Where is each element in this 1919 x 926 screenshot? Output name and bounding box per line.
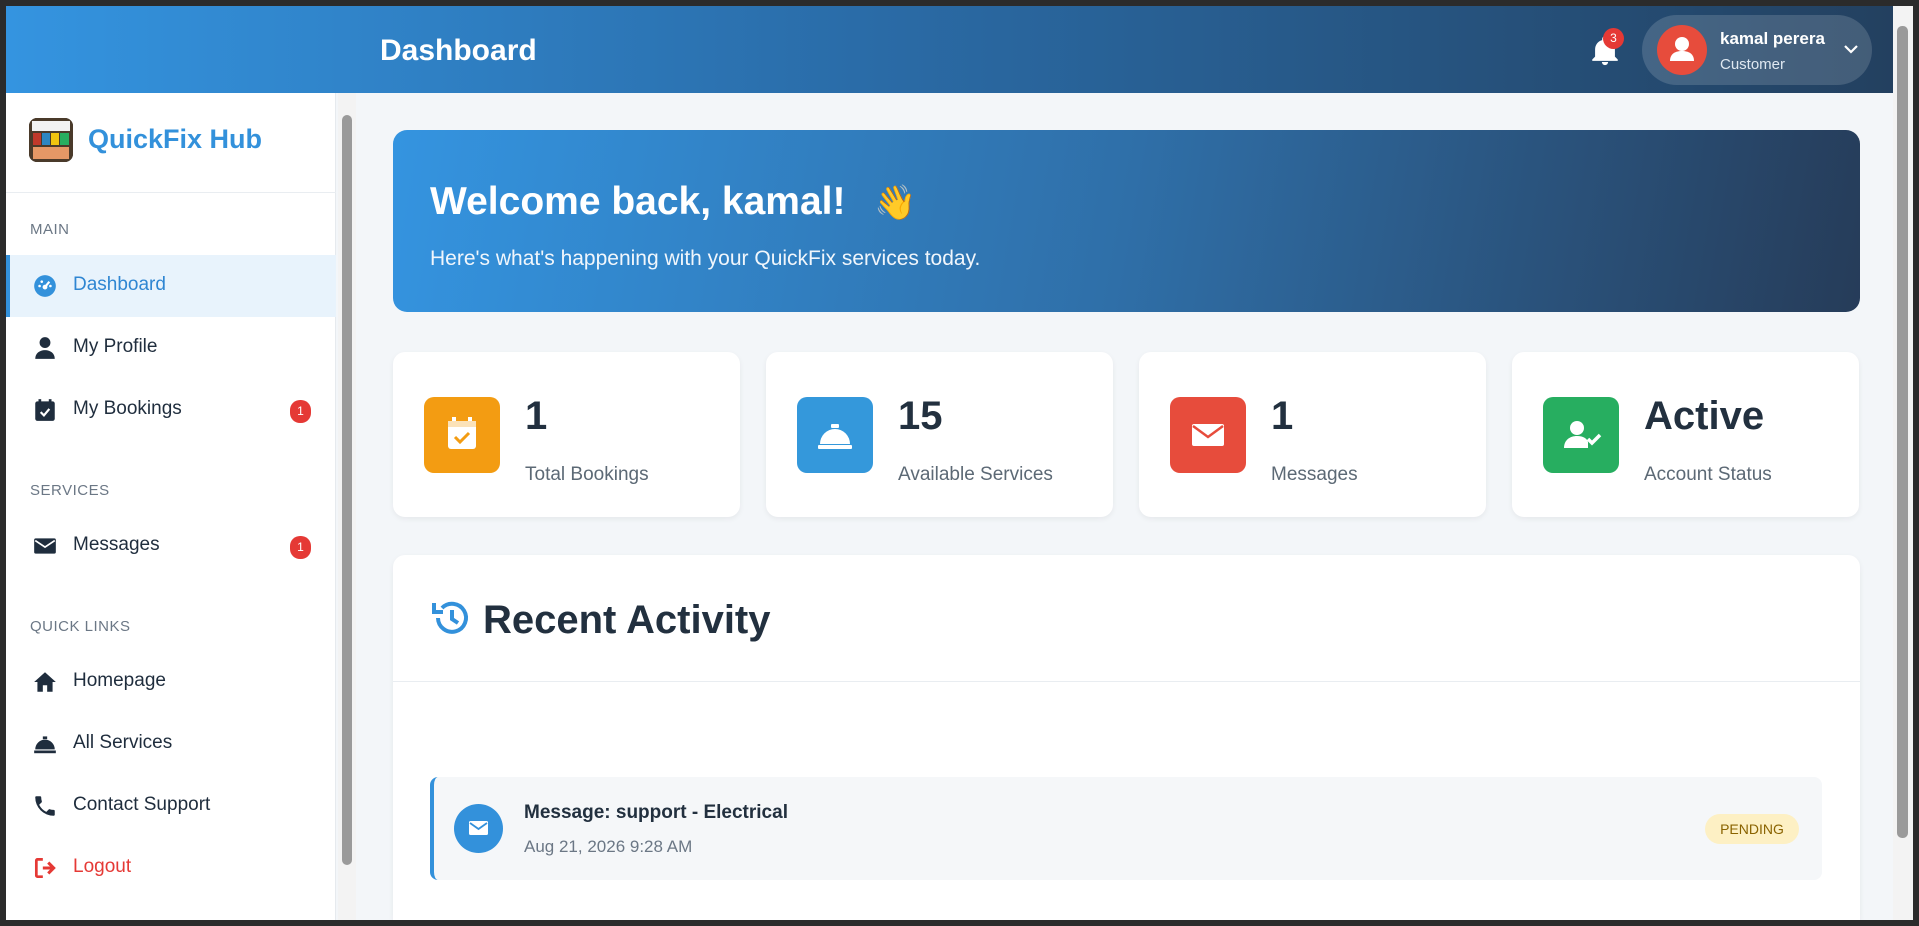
user-name: kamal perera: [1720, 29, 1825, 48]
welcome-title: Welcome back, kamal! 👋: [430, 180, 917, 224]
welcome-title-text: Welcome back, kamal!: [430, 180, 846, 223]
stat-value: 15: [898, 394, 943, 438]
concierge-bell-icon: [797, 397, 873, 473]
sidebar-item-dashboard[interactable]: Dashboard: [6, 255, 336, 317]
concierge-bell-icon: [32, 731, 58, 757]
chevron-down-icon: [1842, 40, 1860, 58]
stat-card-available-services[interactable]: 15 Available Services: [766, 352, 1113, 517]
calendar-check-icon: [424, 397, 500, 473]
section-label-services: SERVICES: [30, 482, 110, 499]
phone-icon: [32, 793, 58, 819]
recent-activity-panel: Recent Activity Message: support - Elect…: [393, 555, 1860, 920]
sidebar-item-label: My Bookings: [73, 398, 182, 419]
stat-label: Total Bookings: [525, 464, 649, 485]
stat-card-messages[interactable]: 1 Messages: [1139, 352, 1486, 517]
page-title: Dashboard: [380, 34, 537, 67]
sidebar-item-contact-support[interactable]: Contact Support: [6, 775, 336, 837]
notification-badge: 3: [1603, 28, 1624, 49]
sidebar-item-all-services[interactable]: All Services: [6, 713, 336, 775]
activity-date: Aug 21, 2026 9:28 AM: [524, 837, 693, 856]
sidebar-item-label: Contact Support: [73, 794, 211, 815]
page-scrollbar-thumb[interactable]: [1897, 26, 1908, 838]
sidebar-item-label: Logout: [73, 856, 132, 877]
avatar: [1657, 25, 1707, 75]
stat-value: Active: [1644, 394, 1765, 438]
sidebar-scrollbar[interactable]: [338, 93, 356, 920]
sidebar-scrollbar-thumb[interactable]: [342, 115, 352, 865]
activity-item[interactable]: Message: support - Electrical Aug 21, 20…: [430, 777, 1822, 880]
stat-label: Available Services: [898, 464, 1053, 485]
brand-name: QuickFix Hub: [88, 124, 263, 154]
envelope-icon: [454, 804, 503, 853]
brand[interactable]: QuickFix Hub: [6, 93, 336, 193]
sidebar: QuickFix Hub MAIN Dashboard My Profile M…: [6, 93, 336, 920]
user-menu[interactable]: kamal perera Customer: [1642, 15, 1872, 85]
sidebar-item-my-bookings[interactable]: My Bookings 1: [6, 379, 336, 441]
section-label-main: MAIN: [30, 221, 70, 238]
welcome-subtitle: Here's what's happening with your QuickF…: [430, 247, 981, 270]
messages-badge: 1: [290, 536, 311, 559]
stat-card-total-bookings[interactable]: 1 Total Bookings: [393, 352, 740, 517]
envelope-icon: [32, 533, 58, 559]
user-icon: [32, 335, 58, 361]
sidebar-item-my-profile[interactable]: My Profile: [6, 317, 336, 379]
section-label-quick-links: QUICK LINKS: [30, 618, 131, 635]
sign-out-icon: [32, 855, 58, 881]
stat-card-account-status[interactable]: Active Account Status: [1512, 352, 1859, 517]
brand-logo: [29, 118, 73, 162]
home-icon: [32, 669, 58, 695]
page-scrollbar[interactable]: [1893, 6, 1913, 920]
stat-value: 1: [1271, 394, 1294, 438]
bookings-badge: 1: [290, 400, 311, 423]
sidebar-item-messages[interactable]: Messages 1: [6, 515, 336, 577]
stat-label: Messages: [1271, 464, 1358, 485]
wave-emoji: 👋: [874, 184, 917, 222]
user-check-icon: [1543, 397, 1619, 473]
stat-value: 1: [525, 394, 548, 438]
sidebar-item-label: My Profile: [73, 336, 158, 357]
recent-activity-title: Recent Activity: [483, 598, 771, 642]
history-icon: [430, 597, 472, 639]
app-window: Dashboard 3 kamal perera Customer QuickF…: [6, 6, 1899, 920]
sidebar-item-label: Homepage: [73, 670, 166, 691]
envelope-icon: [1170, 397, 1246, 473]
top-bar: Dashboard 3 kamal perera Customer: [6, 6, 1899, 93]
activity-title: Message: support - Electrical: [524, 802, 788, 823]
recent-activity-header: Recent Activity: [393, 555, 1860, 682]
dashboard-icon: [32, 273, 58, 299]
calendar-check-icon: [32, 397, 58, 423]
sidebar-item-label: All Services: [73, 732, 173, 753]
sidebar-item-label: Messages: [73, 534, 160, 555]
welcome-banner: Welcome back, kamal! 👋 Here's what's hap…: [393, 130, 1860, 312]
status-badge: PENDING: [1705, 814, 1799, 844]
user-role: Customer: [1720, 56, 1786, 73]
sidebar-item-logout[interactable]: Logout: [6, 837, 336, 899]
sidebar-item-homepage[interactable]: Homepage: [6, 651, 336, 713]
sidebar-item-label: Dashboard: [73, 274, 166, 295]
stat-label: Account Status: [1644, 464, 1772, 485]
